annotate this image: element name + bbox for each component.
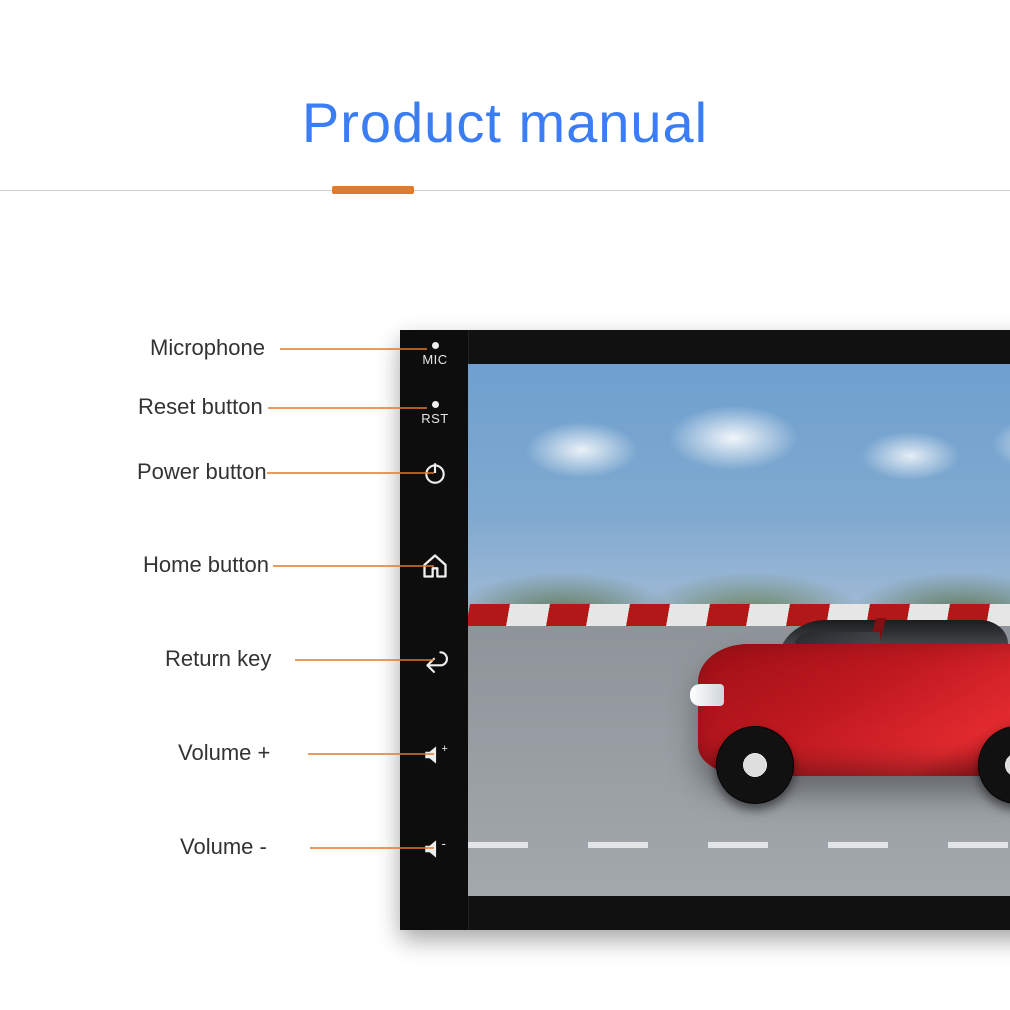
callout-vol-down: Volume - (180, 834, 267, 860)
home-icon (421, 552, 449, 580)
callout-return: Return key (165, 646, 271, 672)
home-button[interactable] (410, 552, 460, 580)
page-title: Product manual (0, 90, 1010, 155)
volume-up-button[interactable]: + (410, 742, 460, 768)
svg-text:+: + (442, 743, 448, 755)
power-icon (422, 460, 448, 486)
mic-label: MIC (410, 352, 460, 367)
mic-port: MIC (410, 342, 460, 367)
divider-line (0, 190, 1010, 191)
device (400, 330, 1010, 930)
power-button[interactable] (410, 460, 460, 486)
volume-down-button[interactable]: - (410, 836, 460, 862)
car-illustration (668, 614, 1010, 804)
dot-icon (432, 401, 439, 408)
device-screen (468, 364, 1010, 896)
callout-power: Power button (137, 459, 267, 485)
callout-home: Home button (143, 552, 269, 578)
svg-text:-: - (442, 836, 446, 851)
return-button[interactable] (410, 648, 460, 674)
callout-dot: Reset button (138, 394, 263, 420)
dot-icon (432, 342, 439, 349)
return-icon (422, 648, 448, 674)
volume-up-icon: + (422, 742, 448, 768)
rst-label: RST (410, 411, 460, 426)
reset-port: RST (410, 401, 460, 426)
volume-down-icon: - (422, 836, 448, 862)
callout-vol-up: Volume + (178, 740, 270, 766)
callout-dot: Microphone (150, 335, 265, 361)
accent-bar (332, 186, 414, 194)
